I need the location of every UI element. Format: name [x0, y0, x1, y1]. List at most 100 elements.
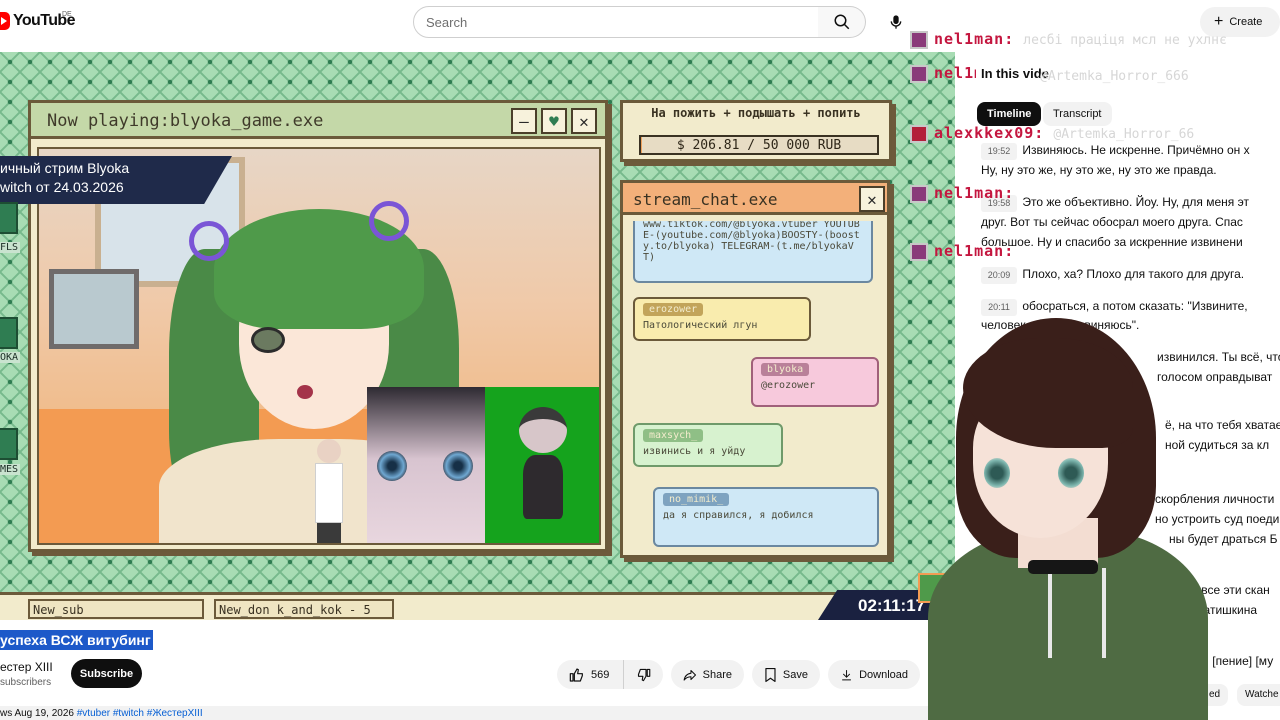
user-avatar-icon [910, 184, 928, 203]
game-window-title-text: Now playing:blyoka_game.exe [47, 111, 324, 131]
video-description-bar[interactable]: ws Aug 19, 2026 #vtuber #twitch #ЖестерX… [0, 706, 955, 720]
heart-icon: ♥ [541, 108, 567, 134]
share-label: Share [702, 668, 732, 681]
transcript-segment[interactable]: 19:52 Извиняюсь. Не искренне. Причёмно о… [981, 142, 1280, 160]
overlay-chat-message: @Artemka_Horror_666 [1040, 69, 1189, 84]
segment-text: друг. Вот ты сейчас обосрал моего друга.… [981, 215, 1243, 229]
character-eye [251, 327, 285, 353]
overlay-chat-message: @Artemka_Horror_66 [1053, 127, 1195, 142]
donation-progress-bar: $ 206.81 / 50 000 RUB [639, 135, 879, 155]
segment-timestamp: 19:52 [981, 143, 1017, 160]
left-label: OKA [0, 352, 20, 363]
download-button[interactable]: Download [828, 660, 920, 689]
vtuber-avatar [918, 318, 1218, 720]
save-button[interactable]: Save [752, 660, 820, 689]
close-icon: ✕ [571, 108, 597, 134]
share-icon [683, 669, 697, 681]
tab-transcript[interactable]: Transcript [1043, 102, 1112, 126]
subscribe-button[interactable]: Subscribe [71, 659, 142, 688]
chat-username: blyoka [761, 363, 810, 376]
stream-chat-window: stream_chat.exe ✕ www.tiktok.com/@blyoka… [620, 180, 890, 558]
new-donation-field: New_don k_and_kok - 5 [214, 599, 394, 619]
search-button[interactable] [818, 6, 866, 38]
overlay-chat-user: alexkkex09: [934, 124, 1045, 142]
stream-info-banner: ичный стрим Blyoka witch от 24.03.2026 [0, 156, 232, 204]
overlay-chat-user: nel1man: [934, 184, 1015, 202]
chat-message-text: извинись и я уйду [643, 446, 746, 457]
overlay-chat-line: nel1man: [910, 64, 976, 83]
overlay-chat-user: nel1man: [934, 242, 1015, 260]
user-avatar-icon [910, 30, 928, 49]
transcript-segment[interactable]: 20:11 обосраться, а потом сказать: "Изви… [981, 298, 1280, 316]
youtube-logo[interactable]: YouTube DE [0, 11, 75, 30]
chat-message-text: @erozower [761, 380, 816, 391]
video-player[interactable]: Now playing:blyoka_game.exe — ♥ ✕ ичный … [0, 52, 955, 620]
transcript-segment[interactable]: 20:09 Плохо, ха? Плохо для такого для др… [981, 266, 1280, 284]
new-sub-field: New_sub [28, 599, 204, 619]
chat-username: erozower [643, 303, 704, 316]
overlay-chat-user: nel1man: [934, 30, 1015, 48]
like-button[interactable]: 569 [557, 660, 623, 689]
chat-bubble: www.tiktok.com/@blyoka.vtuber YOUTUBE-(y… [633, 221, 873, 283]
chat-message-text: www.tiktok.com/@blyoka.vtuber YOUTUBE-(y… [643, 221, 860, 263]
hoodie-string [1102, 568, 1106, 658]
video-title: успеха ВСЖ витубинг [0, 630, 153, 650]
greenscreen-cam [485, 387, 599, 543]
webcam-eye-right [443, 451, 473, 481]
game-scene [37, 147, 601, 545]
download-icon [842, 669, 851, 680]
hoodie-string [1048, 568, 1052, 658]
stream-chat-messages: www.tiktok.com/@blyoka.vtuber YOUTUBE-(y… [633, 221, 883, 551]
chat-message-text: Патологический лгун [643, 320, 758, 331]
user-avatar-icon [910, 242, 928, 261]
like-count: 569 [591, 668, 610, 681]
video-hashtags[interactable]: #vtuber #twitch #ЖестерXIII [77, 708, 203, 719]
segment-text: обосраться, а потом сказать: "Извините, [1022, 299, 1248, 313]
segment-text: Плохо, ха? Плохо для такого для друга. [1022, 267, 1245, 281]
plus-icon: + [1214, 13, 1224, 30]
chat-bubble: maxsych_ извинись и я уйду [633, 423, 783, 467]
page: YouTube DE Search Now playing:blyoka_gam… [0, 0, 1280, 720]
room-monitor-art [49, 269, 139, 349]
minimize-icon: — [511, 108, 537, 134]
left-tile [0, 317, 18, 349]
search-placeholder: Search [426, 14, 468, 30]
stream-banner-line-2: witch от 24.03.2026 [0, 179, 124, 195]
transcript-segment: Ну, ну это же, ну это же, ну это же прав… [981, 162, 1280, 179]
segment-text: Ну, ну это же, ну это же, ну это же прав… [981, 163, 1217, 177]
left-label: FLS [0, 242, 20, 253]
top-bar: YouTube DE Search [0, 0, 955, 44]
left-label: MES [0, 464, 20, 475]
microphone-icon [890, 15, 902, 29]
segment-timestamp: 20:09 [981, 267, 1017, 284]
ribbon-right [369, 201, 409, 241]
ribbon-left [189, 221, 229, 261]
heart-avatar-icon [910, 124, 928, 143]
dislike-button[interactable] [623, 660, 663, 689]
chat-message-text: да я справился, я добился [663, 510, 814, 521]
stream-chat-title-text: stream_chat.exe [633, 190, 778, 209]
channel-subscribers: subscribers [0, 677, 52, 688]
overlay-chat-line: nel1man: лесбі праціця мсл не ухлнє [910, 30, 1280, 49]
avatar-choker [1028, 560, 1098, 574]
share-button[interactable]: Share [671, 660, 744, 689]
close-icon: ✕ [859, 186, 885, 212]
segment-text: Извиняюсь. Не искренне. Причёмно он х [1022, 143, 1250, 157]
thumbs-down-icon [637, 668, 651, 681]
overlay-bottom-bar: New_sub New_don k_and_kok - 5 [0, 592, 955, 620]
donation-goal-window: На пожить + подышать + попить $ 206.81 /… [620, 100, 892, 162]
overlay-chat-message: лесбі праціця мсл не ухлнє [1023, 33, 1227, 48]
chat-bubble: no_mimik_ да я справился, я добился [653, 487, 879, 547]
transcript-segment: друг. Вот ты сейчас обосрал моего друга.… [981, 214, 1280, 231]
chat-username: maxsych_ [643, 429, 704, 442]
overlay-chat-line: alexkkex09: @Artemka_Horror_66 [910, 124, 1280, 143]
channel-name[interactable]: естер XIII [0, 660, 53, 674]
chat-bubble: erozower Патологический лгун [633, 297, 811, 341]
tab-timeline[interactable]: Timeline [977, 102, 1042, 126]
filter-chip-watched[interactable]: Watche [1237, 684, 1280, 706]
overlay-chat-line: nel1man: [910, 242, 1280, 261]
search-input[interactable]: Search [413, 6, 819, 38]
overlay-chat-line: nel1man: [910, 184, 1280, 203]
left-tile [0, 202, 18, 234]
voice-search-button[interactable] [880, 6, 912, 38]
